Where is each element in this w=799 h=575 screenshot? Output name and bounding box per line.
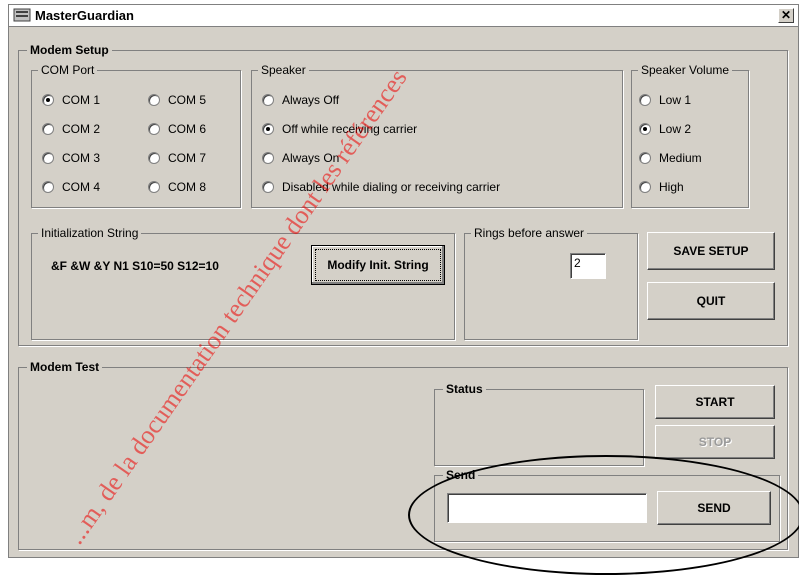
stop-button: STOP [655, 425, 775, 459]
com-port-radio[interactable]: COM 8 [148, 180, 206, 194]
speaker-volume-radio-label: Low 1 [659, 93, 692, 107]
radio-button-icon[interactable] [262, 152, 274, 164]
com-port-radio-label: COM 5 [168, 93, 207, 107]
send-input[interactable] [447, 493, 647, 523]
radio-button-icon[interactable] [639, 152, 651, 164]
speaker-radio-label: Always Off [282, 93, 340, 107]
status-group: Status [434, 382, 644, 466]
radio-button-icon[interactable] [639, 123, 651, 135]
speaker-volume-radio-label: Low 2 [659, 122, 692, 136]
com-port-label: COM Port [38, 63, 98, 77]
modify-init-string-button[interactable]: Modify Init. String [311, 245, 445, 285]
radio-button-icon[interactable] [639, 181, 651, 193]
com-port-radio[interactable]: COM 7 [148, 151, 206, 165]
radio-button-icon[interactable] [148, 123, 160, 135]
send-label: Send [443, 468, 479, 482]
modem-setup-label: Modem Setup [27, 43, 112, 57]
com-port-radio[interactable]: COM 6 [148, 122, 206, 136]
start-button[interactable]: START [655, 385, 775, 419]
title-bar: MasterGuardian ✕ [9, 5, 798, 27]
radio-button-icon[interactable] [639, 94, 651, 106]
speaker-volume-radio[interactable]: Low 2 [639, 122, 691, 136]
send-button[interactable]: SEND [657, 491, 771, 525]
radio-button-icon[interactable] [148, 181, 160, 193]
main-window: MasterGuardian ✕ Modem Setup COM Port CO… [8, 4, 799, 558]
speaker-volume-radio-label: Medium [659, 151, 702, 165]
speaker-radio[interactable]: Always Off [262, 93, 339, 107]
speaker-label: Speaker [258, 63, 309, 77]
quit-button[interactable]: QUIT [647, 282, 775, 320]
radio-button-icon[interactable] [42, 181, 54, 193]
window-title: MasterGuardian [35, 8, 134, 23]
init-string-value: &F &W &Y N1 S10=50 S12=10 [51, 259, 219, 273]
radio-button-icon[interactable] [262, 123, 274, 135]
speaker-volume-radio[interactable]: Medium [639, 151, 702, 165]
com-port-radio-label: COM 2 [62, 122, 101, 136]
rings-input[interactable]: 2 [570, 253, 606, 279]
com-port-radio-label: COM 7 [168, 151, 207, 165]
rings-label: Rings before answer [471, 226, 588, 240]
com-port-radio[interactable]: COM 3 [42, 151, 100, 165]
speaker-radio[interactable]: Off while receiving carrier [262, 122, 417, 136]
speaker-volume-radio[interactable]: Low 1 [639, 93, 691, 107]
com-port-radio-label: COM 4 [62, 180, 101, 194]
radio-button-icon[interactable] [42, 123, 54, 135]
com-port-radio-label: COM 3 [62, 151, 101, 165]
com-port-radio-label: COM 1 [62, 93, 101, 107]
speaker-radio-label: Disabled while dialing or receiving carr… [282, 180, 501, 194]
init-string-label: Initialization String [38, 226, 142, 240]
close-button[interactable]: ✕ [778, 8, 794, 23]
speaker-radio[interactable]: Disabled while dialing or receiving carr… [262, 180, 500, 194]
com-port-radio-label: COM 6 [168, 122, 207, 136]
speaker-volume-radio[interactable]: High [639, 180, 684, 194]
rings-group: Rings before answer [464, 226, 638, 340]
speaker-volume-label: Speaker Volume [638, 63, 733, 77]
radio-button-icon[interactable] [148, 152, 160, 164]
radio-button-icon[interactable] [262, 181, 274, 193]
status-label: Status [443, 382, 486, 396]
speaker-radio-label: Off while receiving carrier [282, 122, 418, 136]
com-port-radio[interactable]: COM 5 [148, 93, 206, 107]
radio-button-icon[interactable] [262, 94, 274, 106]
save-setup-button[interactable]: SAVE SETUP [647, 232, 775, 270]
speaker-radio-label: Always On [282, 151, 340, 165]
com-port-radio[interactable]: COM 4 [42, 180, 100, 194]
radio-button-icon[interactable] [42, 94, 54, 106]
com-port-radio-label: COM 8 [168, 180, 207, 194]
com-port-radio[interactable]: COM 1 [42, 93, 100, 107]
app-icon [13, 8, 31, 22]
radio-button-icon[interactable] [148, 94, 160, 106]
speaker-radio[interactable]: Always On [262, 151, 339, 165]
com-port-radio[interactable]: COM 2 [42, 122, 100, 136]
speaker-volume-radio-label: High [659, 180, 684, 194]
radio-button-icon[interactable] [42, 152, 54, 164]
modem-test-label: Modem Test [27, 360, 103, 374]
